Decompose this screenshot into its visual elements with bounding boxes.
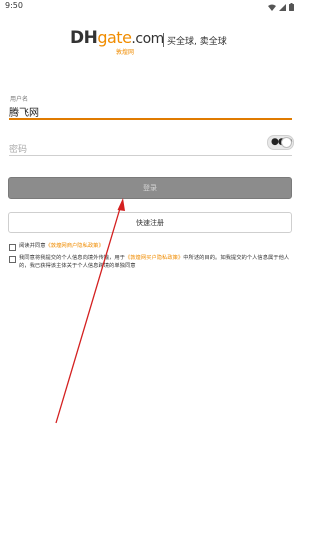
brand-slogan: 买全球, 卖全球 xyxy=(167,37,227,47)
signal-icon xyxy=(279,3,286,11)
password-input[interactable]: 密码 xyxy=(9,142,27,155)
logo-gate: gate xyxy=(97,28,132,47)
username-label: 用户名 xyxy=(10,96,29,103)
status-bar: 9:50 xyxy=(0,0,300,14)
privacy-link[interactable]: 《敦煌网买户隐私政策》 xyxy=(125,255,183,261)
logo-dh: DH xyxy=(70,28,98,48)
logo-com: .com xyxy=(131,31,164,47)
login-button[interactable]: 登录 xyxy=(8,177,292,199)
username-input[interactable]: 腾飞网 xyxy=(9,104,39,119)
password-visibility-toggle[interactable]: ●●● xyxy=(267,135,294,150)
username-underline xyxy=(9,118,292,120)
dhgate-logo: DHgate.com 敦煌网 买全球, 卖全球 xyxy=(70,28,240,56)
terms-checkbox[interactable] xyxy=(9,244,16,251)
privacy-prefix: 我同意将我提交的个人信息向境外传输，用于 xyxy=(19,255,125,261)
battery-icon xyxy=(289,3,294,11)
terms-link[interactable]: 《敦煌网商户隐私政策》 xyxy=(46,243,104,249)
logo-wordmark: DHgate.com xyxy=(70,28,164,48)
wifi-icon xyxy=(268,4,276,11)
terms-prefix: 阅读并同意 xyxy=(19,243,46,249)
logo-subtitle: 敦煌网 xyxy=(116,49,135,56)
privacy-agreement: 我同意将我提交的个人信息向境外传输，用于《敦煌网买户隐私政策》中所述的目的。如我… xyxy=(19,255,292,270)
terms-agreement: 阅读并同意《敦煌网商户隐私政策》 xyxy=(19,243,289,251)
toggle-knob xyxy=(281,137,292,148)
privacy-checkbox[interactable] xyxy=(9,256,16,263)
quick-register-button[interactable]: 快速注册 xyxy=(8,212,292,233)
status-icons xyxy=(268,3,294,11)
password-underline xyxy=(9,155,292,156)
status-time: 9:50 xyxy=(5,1,23,10)
logo-divider xyxy=(163,33,164,47)
